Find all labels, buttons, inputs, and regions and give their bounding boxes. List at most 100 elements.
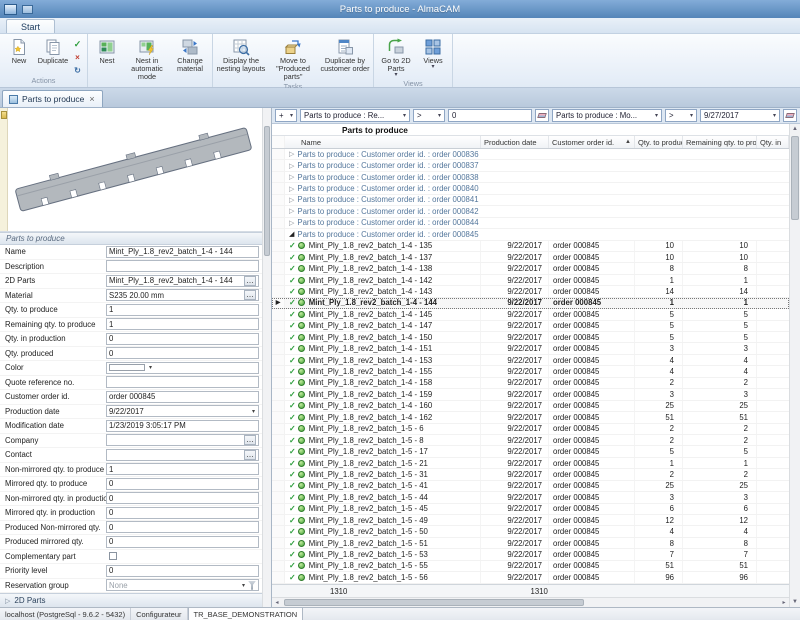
property-value-field[interactable]: 1 ▾ … [106, 304, 259, 316]
part-row[interactable]: ▶ ✓ Mint_Ply_1.8_rev2_batch_1-4 - 137 9/… [272, 252, 789, 263]
section-2d-parts[interactable]: ▷ 2D Parts [0, 593, 262, 607]
property-value-field[interactable]: order 000845 ▾ … [106, 391, 259, 403]
property-value-field[interactable]: None ▾ … [106, 579, 259, 591]
part-row[interactable]: ▶ ✓ Mint_Ply_1.8_rev2_batch_1-5 - 21 9/2… [272, 458, 789, 469]
refresh-icon[interactable]: ↻ [71, 64, 84, 76]
property-value-field[interactable]: ▾ … [106, 550, 259, 562]
part-row[interactable]: ▶ ✓ Mint_Ply_1.8_rev2_batch_1-4 - 160 9/… [272, 401, 789, 412]
part-row[interactable]: ▶ ✓ Mint_Ply_1.8_rev2_batch_1-4 - 155 9/… [272, 366, 789, 377]
app-icon[interactable] [4, 4, 17, 15]
ellipsis-button[interactable]: … [244, 276, 256, 286]
checkbox[interactable] [109, 552, 117, 560]
part-row[interactable]: ▶ ✓ Mint_Ply_1.8_rev2_batch_1-5 - 41 9/2… [272, 481, 789, 492]
part-row[interactable]: ▶ ✓ Mint_Ply_1.8_rev2_batch_1-5 - 6 9/22… [272, 424, 789, 435]
property-value-field[interactable]: ▾ … [106, 260, 259, 272]
expand-group-icon[interactable]: ▷ [289, 196, 294, 204]
validate-icon[interactable]: ✓ [71, 38, 84, 50]
part-row[interactable]: ▶ ✓ Mint_Ply_1.8_rev2_batch_1-4 - 138 9/… [272, 263, 789, 274]
reservation-filter-icon[interactable] [248, 581, 256, 590]
part-row[interactable]: ▶ ✓ Mint_Ply_1.8_rev2_batch_1-5 - 53 9/2… [272, 549, 789, 560]
column-header-qty-to-produce[interactable]: Qty. to produce [635, 136, 683, 148]
ellipsis-button[interactable]: … [244, 290, 256, 300]
part-row[interactable]: ▶ ✓ Mint_Ply_1.8_rev2_batch_1-5 - 50 9/2… [272, 526, 789, 537]
property-value-field[interactable]: 1 ▾ … [106, 318, 259, 330]
property-value-field[interactable]: 0 ▾ … [106, 333, 259, 345]
property-value-field[interactable]: S235 20.00 mm ▾ … [106, 289, 259, 301]
close-tab-icon[interactable]: × [88, 95, 95, 103]
part-row[interactable]: ▶ ✓ Mint_Ply_1.8_rev2_batch_1-5 - 51 9/2… [272, 538, 789, 549]
part-row[interactable]: ▶ ✓ Mint_Ply_1.8_rev2_batch_1-4 - 135 9/… [272, 241, 789, 252]
scroll-up-icon[interactable]: ▲ [790, 124, 800, 134]
expand-group-icon[interactable]: ▷ [289, 185, 294, 193]
part-row[interactable]: ▶ ✓ Mint_Ply_1.8_rev2_batch_1-4 - 145 9/… [272, 309, 789, 320]
part-row[interactable]: ▶ ✓ Mint_Ply_1.8_rev2_batch_1-5 - 45 9/2… [272, 504, 789, 515]
part-row[interactable]: ▶ ✓ Mint_Ply_1.8_rev2_batch_1-4 - 151 9/… [272, 343, 789, 354]
property-value-field[interactable]: ▾ … [106, 376, 259, 388]
property-value-field[interactable]: 0 ▾ … [106, 536, 259, 548]
dropdown-arrow-icon[interactable]: ▾ [148, 364, 153, 371]
horizontal-scrollbar[interactable]: ◂ ▸ [272, 597, 789, 607]
property-value-field[interactable]: 0 ▾ … [106, 478, 259, 490]
expand-group-icon[interactable]: ▷ [289, 162, 294, 170]
quick-access-icon[interactable] [22, 5, 33, 14]
properties-section-header[interactable]: Parts to produce [0, 232, 262, 245]
property-value-field[interactable]: 0 ▾ … [106, 347, 259, 359]
property-value-field[interactable]: ▾ … [106, 362, 259, 374]
column-header-name[interactable]: Name [285, 136, 481, 148]
filter-operator-select-1[interactable]: > ▾ [413, 109, 445, 122]
property-value-field[interactable]: 0 ▾ … [106, 521, 259, 533]
nest-automatic-button[interactable]: Nest in automatic mode [124, 35, 170, 82]
clear-filter-button-2[interactable] [783, 109, 797, 122]
property-value-field[interactable]: Mint_Ply_1.8_rev2_batch_1-4 - 144 ▾ … [106, 246, 259, 258]
expand-group-icon[interactable]: ▷ [289, 150, 294, 158]
part-row[interactable]: ▶ ✓ Mint_Ply_1.8_rev2_batch_1-5 - 44 9/2… [272, 492, 789, 503]
scroll-right-icon[interactable]: ▸ [779, 599, 789, 606]
dropdown-arrow-icon[interactable]: ▾ [241, 582, 246, 589]
filter-operator-select-2[interactable]: > ▾ [665, 109, 697, 122]
property-value-field[interactable]: ▾ … [106, 434, 259, 446]
part-row[interactable]: ▶ ✓ Mint_Ply_1.8_rev2_batch_1-4 - 158 9/… [272, 378, 789, 389]
ribbon-tab-start[interactable]: Start [6, 19, 55, 33]
part-row[interactable]: ▶ ✓ Mint_Ply_1.8_rev2_batch_1-5 - 56 9/2… [272, 572, 789, 583]
scrollbar-thumb[interactable] [284, 599, 584, 606]
group-row[interactable]: ▷ Parts to produce : Customer order id. … [272, 218, 789, 229]
part-row[interactable]: ▶ ✓ Mint_Ply_1.8_rev2_batch_1-4 - 143 9/… [272, 286, 789, 297]
scroll-left-icon[interactable]: ◂ [272, 599, 282, 606]
scroll-down-icon[interactable]: ▼ [790, 597, 800, 607]
move-to-produced-parts-button[interactable]: Move to "Produced parts" [267, 35, 319, 82]
group-row-expanded[interactable]: ◢ Parts to produce : Customer order id. … [272, 229, 789, 240]
property-value-field[interactable]: 0 ▾ … [106, 565, 259, 577]
nest-button[interactable]: Nest [90, 35, 124, 82]
column-header-qty-in[interactable]: Qty. in [757, 136, 789, 148]
ellipsis-button[interactable]: … [244, 435, 256, 445]
goto-2d-parts-button[interactable]: Go to 2D Parts ▾ [376, 35, 416, 79]
part-row[interactable]: ▶ ✓ Mint_Ply_1.8_rev2_batch_1-5 - 8 9/22… [272, 435, 789, 446]
part-row[interactable]: ▶ ✓ Mint_Ply_1.8_rev2_batch_1-4 - 162 9/… [272, 412, 789, 423]
column-header-remaining-qty[interactable]: Remaining qty. to produce [683, 136, 757, 148]
part-row[interactable]: ▶ ✓ Mint_Ply_1.8_rev2_batch_1-4 - 153 9/… [272, 355, 789, 366]
filter-value-input-2[interactable]: 9/27/2017 ▾ [700, 109, 780, 122]
filter-field-select-1[interactable]: Parts to produce : Re... ▾ [300, 109, 410, 122]
display-nesting-layouts-button[interactable]: Display the nesting layouts [215, 35, 267, 82]
scrollbar-thumb[interactable] [264, 126, 270, 256]
dropdown-arrow-icon[interactable]: ▾ [251, 408, 256, 415]
property-value-field[interactable]: 0 ▾ … [106, 507, 259, 519]
part-row[interactable]: ▶ ✓ Mint_Ply_1.8_rev2_batch_1-4 - 150 9/… [272, 332, 789, 343]
part-row[interactable]: ▶ ✓ Mint_Ply_1.8_rev2_batch_1-4 - 144 9/… [272, 298, 789, 309]
new-button[interactable]: New [2, 35, 36, 76]
part-row[interactable]: ▶ ✓ Mint_Ply_1.8_rev2_batch_1-5 - 55 9/2… [272, 561, 789, 572]
group-row[interactable]: ▷ Parts to produce : Customer order id. … [272, 195, 789, 206]
collapse-group-icon[interactable]: ◢ [289, 230, 294, 238]
expand-group-icon[interactable]: ▷ [289, 219, 294, 227]
property-value-field[interactable]: 9/22/2017 ▾ … [106, 405, 259, 417]
collapsed-panel-strip[interactable] [0, 108, 8, 231]
expand-group-icon[interactable]: ▷ [289, 173, 294, 181]
column-header-customer-order[interactable]: Customer order id. ▲ [549, 136, 635, 148]
change-material-button[interactable]: Change material [170, 35, 210, 82]
add-filter-button[interactable]: + ▾ [275, 109, 297, 122]
ellipsis-button[interactable]: … [244, 450, 256, 460]
property-value-field[interactable]: 1 ▾ … [106, 463, 259, 475]
duplicate-by-customer-order-button[interactable]: Duplicate by customer order [319, 35, 371, 82]
part-row[interactable]: ▶ ✓ Mint_Ply_1.8_rev2_batch_1-4 - 142 9/… [272, 275, 789, 286]
expand-group-icon[interactable]: ▷ [289, 207, 294, 215]
